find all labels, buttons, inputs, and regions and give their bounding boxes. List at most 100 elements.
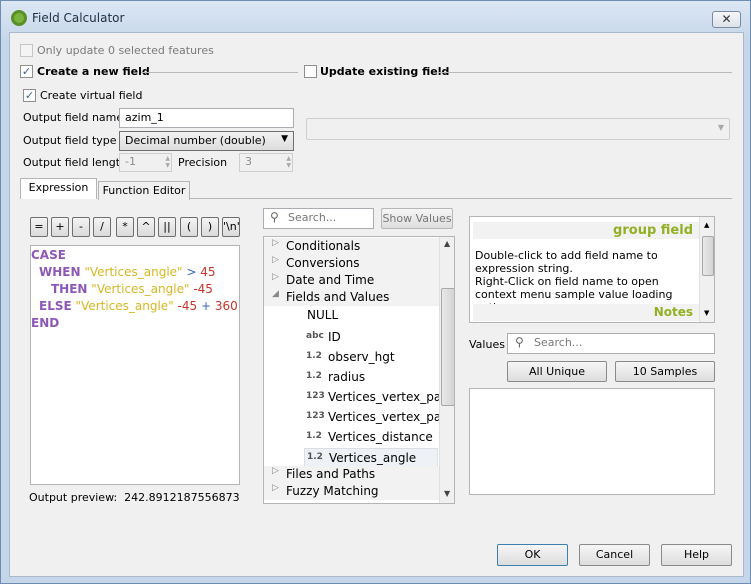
- precision-label: Precision: [178, 156, 228, 169]
- field-type-icon: 123: [306, 391, 325, 401]
- output-preview-label: Output preview:: [29, 491, 118, 504]
- search-icon: ⚲: [515, 335, 524, 349]
- field-type-icon: 123: [306, 411, 325, 421]
- function-group[interactable]: ▷ Files and Paths: [264, 466, 439, 483]
- function-group[interactable]: ▷ Conditionals: [264, 238, 439, 255]
- operator-button[interactable]: ^: [137, 217, 155, 237]
- code-line: THEN "Vertices_angle" -45: [31, 281, 238, 298]
- field-item[interactable]: 1.2 Vertices_angle: [304, 448, 438, 467]
- code-token: WHEN: [39, 265, 81, 279]
- create-virtual-label: Create virtual field: [40, 89, 143, 102]
- code-token: 360: [214, 299, 238, 313]
- field-item[interactable]: 1.2 Vertices_distance: [304, 428, 438, 447]
- scroll-down-icon[interactable]: ▼: [704, 309, 709, 317]
- help-text-line: Double-click to add field name to expres…: [475, 249, 658, 275]
- tab-expression[interactable]: Expression: [20, 178, 97, 199]
- ok-button[interactable]: OK: [497, 544, 568, 566]
- output-name-input[interactable]: azim_1: [119, 108, 294, 128]
- create-new-field-checkbox[interactable]: ✓: [20, 65, 33, 78]
- scrollbar-thumb[interactable]: [441, 288, 454, 406]
- field-name: Vertices_vertex_part: [328, 390, 451, 404]
- qgis-logo-icon: [11, 10, 27, 26]
- operator-button[interactable]: +: [51, 217, 69, 237]
- scroll-up-icon[interactable]: ▲: [704, 221, 709, 229]
- code-token: CASE: [31, 248, 66, 262]
- update-existing-checkbox[interactable]: [304, 65, 317, 78]
- operator-button[interactable]: -: [72, 217, 90, 237]
- show-values-button[interactable]: Show Values: [381, 208, 453, 229]
- field-name: observ_hgt: [328, 350, 395, 364]
- spin-arrows-icon[interactable]: ▲ ▼: [286, 155, 291, 169]
- ten-samples-button[interactable]: 10 Samples: [615, 361, 715, 382]
- only-update-checkbox[interactable]: [20, 44, 33, 57]
- output-length-spinbox[interactable]: -1 ▲ ▼: [119, 153, 172, 172]
- function-tree-scrollbar[interactable]: ▲ ▼: [439, 237, 454, 503]
- expand-arrow-icon[interactable]: ▷: [272, 272, 279, 282]
- field-item[interactable]: 1.2 observ_hgt: [304, 348, 438, 367]
- code-token: "Vertices_angle": [75, 299, 174, 313]
- only-update-label: Only update 0 selected features: [37, 44, 214, 57]
- cancel-button[interactable]: Cancel: [579, 544, 650, 566]
- code-token: "Vertices_angle": [84, 265, 183, 279]
- function-search-input[interactable]: Search... ⚲: [263, 208, 374, 229]
- search-icon: ⚲: [270, 210, 279, 224]
- field-item[interactable]: NULL: [304, 306, 438, 325]
- expand-arrow-icon[interactable]: ▷: [272, 466, 279, 476]
- tab-function-editor[interactable]: Function Editor: [98, 181, 190, 200]
- output-preview: Output preview: 242.8912187556873: [29, 491, 240, 504]
- function-group-label: Date and Time: [286, 273, 375, 287]
- function-tree[interactable]: ▷ Conditionals ▷ Conversions ▷ Date and Time ◢…: [263, 236, 455, 504]
- operator-button[interactable]: *: [116, 217, 134, 237]
- values-list[interactable]: [469, 388, 715, 495]
- existing-field-select[interactable]: ▼: [306, 118, 730, 140]
- help-notes-heading: Notes: [653, 305, 693, 319]
- function-group[interactable]: ◢ Fields and Values: [264, 289, 439, 306]
- code-token: "Vertices_angle": [91, 282, 190, 296]
- field-name: radius: [328, 370, 366, 384]
- output-name-label: Output field name: [23, 111, 124, 124]
- help-button[interactable]: Help: [661, 544, 732, 566]
- scrollbar-thumb[interactable]: [702, 236, 714, 276]
- all-unique-button[interactable]: All Unique: [507, 361, 607, 382]
- field-type-icon: abc: [306, 331, 324, 341]
- output-type-value: Decimal number (double): [125, 134, 266, 147]
- spin-arrows-icon[interactable]: ▲ ▼: [165, 155, 170, 169]
- function-group[interactable]: ▷ Date and Time: [264, 272, 439, 289]
- field-item[interactable]: 123 Vertices_vertex_pa...: [304, 408, 453, 427]
- operator-button[interactable]: =: [30, 217, 48, 237]
- output-type-select[interactable]: Decimal number (double) ▼: [119, 131, 294, 151]
- create-new-field-label: Create a new field: [37, 65, 150, 78]
- field-item[interactable]: 123 Vertices_vertex_part: [304, 388, 451, 407]
- precision-spinbox[interactable]: 3 ▲ ▼: [239, 153, 293, 172]
- update-existing-label: Update existing field: [320, 65, 450, 78]
- function-group[interactable]: ▷ Fuzzy Matching: [264, 483, 439, 500]
- field-item[interactable]: 1.2 radius: [304, 368, 438, 387]
- operator-button[interactable]: ): [201, 217, 219, 237]
- code-line: WHEN "Vertices_angle" > 45: [31, 264, 238, 281]
- close-button[interactable]: ✕: [712, 11, 741, 28]
- scroll-down-icon[interactable]: ▼: [444, 489, 450, 498]
- operator-button[interactable]: (: [180, 217, 198, 237]
- code-token: 45: [200, 265, 216, 279]
- code-line: ELSE "Vertices_angle" -45 + 360: [31, 298, 238, 315]
- expand-arrow-icon[interactable]: ▷: [272, 255, 279, 265]
- precision-value: 3: [245, 155, 252, 168]
- code-token: ELSE: [39, 299, 72, 313]
- expand-arrow-icon[interactable]: ▷: [272, 483, 279, 493]
- field-type-icon: 1.2: [307, 452, 323, 462]
- values-search-input[interactable]: Search... ⚲: [507, 333, 715, 354]
- expression-code[interactable]: CASE WHEN "Vertices_angle" > 45 THEN "Ve…: [31, 247, 238, 332]
- field-item[interactable]: abc ID: [304, 328, 438, 347]
- create-virtual-checkbox[interactable]: ✓: [23, 89, 36, 102]
- divider: [141, 72, 298, 73]
- operator-button[interactable]: '\n': [222, 217, 240, 237]
- scroll-up-icon[interactable]: ▲: [444, 239, 450, 248]
- help-scrollbar[interactable]: ▲ ▼: [699, 217, 714, 322]
- expand-arrow-icon[interactable]: ▷: [272, 238, 279, 248]
- function-group[interactable]: ▷ Conversions: [264, 255, 439, 272]
- code-token: THEN: [51, 282, 88, 296]
- collapse-arrow-icon[interactable]: ◢: [272, 289, 279, 299]
- function-group-label: Files and Paths: [286, 467, 376, 481]
- operator-button[interactable]: ||: [158, 217, 176, 237]
- operator-button[interactable]: /: [93, 217, 111, 237]
